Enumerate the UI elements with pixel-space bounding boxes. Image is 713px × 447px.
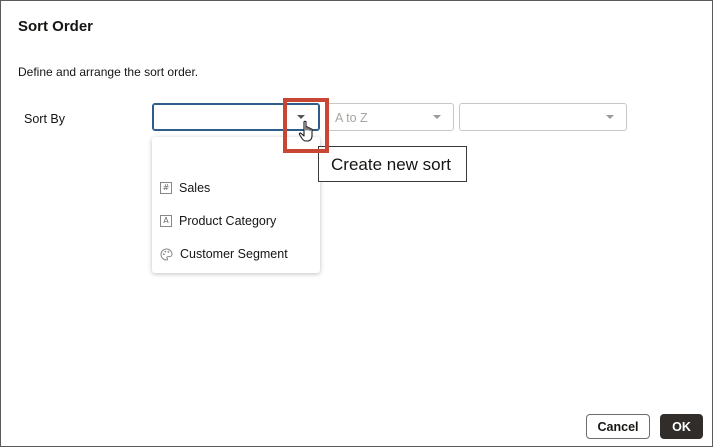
sort-order-dialog: Sort Order Define and arrange the sort o…	[0, 0, 713, 447]
dropdown-item-label: Sales	[179, 181, 211, 195]
sort-order-select[interactable]: A to Z	[327, 103, 454, 131]
dropdown-item-sales[interactable]: # Sales	[152, 173, 320, 203]
dialog-description: Define and arrange the sort order.	[18, 65, 199, 79]
chevron-down-icon[interactable]	[433, 115, 441, 119]
sort-by-label: Sort By	[24, 112, 65, 126]
cancel-button[interactable]: Cancel	[586, 414, 650, 439]
ok-button[interactable]: OK	[660, 414, 703, 439]
dropdown-item-label: Product Category	[179, 214, 277, 228]
chevron-down-icon[interactable]	[606, 115, 614, 119]
dropdown-item-customer-segment[interactable]: Customer Segment	[152, 239, 320, 269]
palette-icon	[160, 247, 173, 261]
dropdown-item-product-category[interactable]: A Product Category	[152, 206, 320, 236]
sort-extra-select[interactable]	[459, 103, 627, 131]
create-new-sort-tooltip: Create new sort	[318, 146, 467, 182]
hand-cursor-icon	[298, 120, 313, 142]
number-column-icon: #	[160, 182, 172, 194]
sort-order-value: A to Z	[335, 111, 368, 125]
sort-column-dropdown: # Sales A Product Category Customer Segm…	[152, 137, 320, 273]
dialog-title: Sort Order	[18, 18, 94, 35]
dropdown-item-label: Customer Segment	[180, 247, 288, 261]
text-column-icon: A	[160, 215, 172, 227]
